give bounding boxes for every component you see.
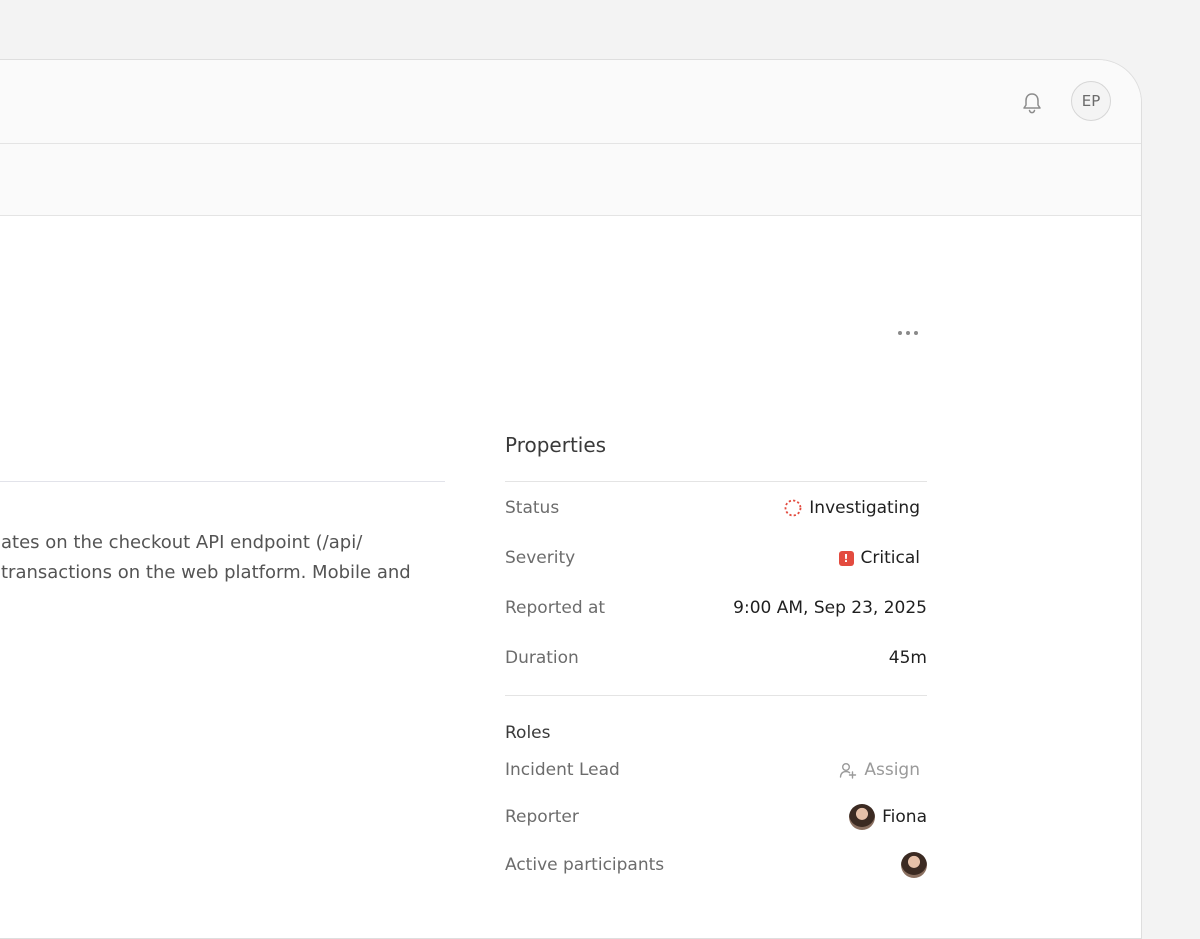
reporter-avatar [849,804,876,830]
severity-text: Critical [860,548,920,568]
properties-panel: Properties Status Investigating Severity… [505,430,927,888]
status-row: Status Investigating [505,483,927,533]
active-participants-value[interactable] [901,852,927,878]
description-divider [0,481,445,482]
incident-description: ates on the checkout API endpoint (/api/… [0,528,441,588]
app-window: EP ates on the checkout API endpoint (/a… [0,59,1142,939]
incident-lead-row: Incident Lead Assign [505,748,927,792]
reported-at-value[interactable]: 9:00 AM, Sep 23, 2025 [733,598,927,618]
status-text: Investigating [809,498,920,518]
severity-row: Severity ! Critical [505,533,927,583]
add-user-icon [840,763,857,779]
assign-lead-button[interactable]: Assign [839,760,920,780]
user-initials: EP [1081,92,1101,110]
severity-value[interactable]: ! Critical [838,548,920,568]
user-avatar[interactable]: EP [1071,81,1111,121]
description-line: ates on the checkout API endpoint (/api/ [1,532,363,553]
reporter-value[interactable]: Fiona [849,804,927,830]
active-participants-row: Active participants [505,842,927,888]
assign-text: Assign [864,760,920,780]
description-line: transactions on the web platform. Mobile… [1,562,411,583]
critical-badge-glyph: ! [838,550,854,566]
bell-icon [1023,93,1041,114]
duration-label: Duration [505,648,579,668]
roles-title: Roles [505,723,551,743]
duration-row: Duration 45m [505,633,927,683]
severity-label: Severity [505,548,576,568]
participant-avatar [901,852,927,878]
duration-value: 45m [888,648,927,668]
more-horizontal-icon [898,331,918,335]
reporter-label: Reporter [505,807,579,827]
active-participants-label: Active participants [505,855,665,875]
reported-at-row: Reported at 9:00 AM, Sep 23, 2025 [505,583,927,633]
properties-divider [505,481,927,482]
notifications-button[interactable] [1017,88,1047,118]
roles-divider [505,695,927,696]
top-header: EP [0,60,1141,144]
reporter-name: Fiona [882,807,927,827]
reporter-row: Reporter Fiona [505,792,927,842]
sub-header [0,144,1141,216]
status-label: Status [505,498,560,518]
reported-at-label: Reported at [505,598,606,618]
critical-severity-icon: ! [838,550,854,566]
status-value[interactable]: Investigating [784,498,920,518]
more-options-button[interactable] [893,323,923,343]
properties-title: Properties [505,433,607,457]
incident-lead-label: Incident Lead [505,760,620,780]
investigating-status-icon [784,499,802,517]
